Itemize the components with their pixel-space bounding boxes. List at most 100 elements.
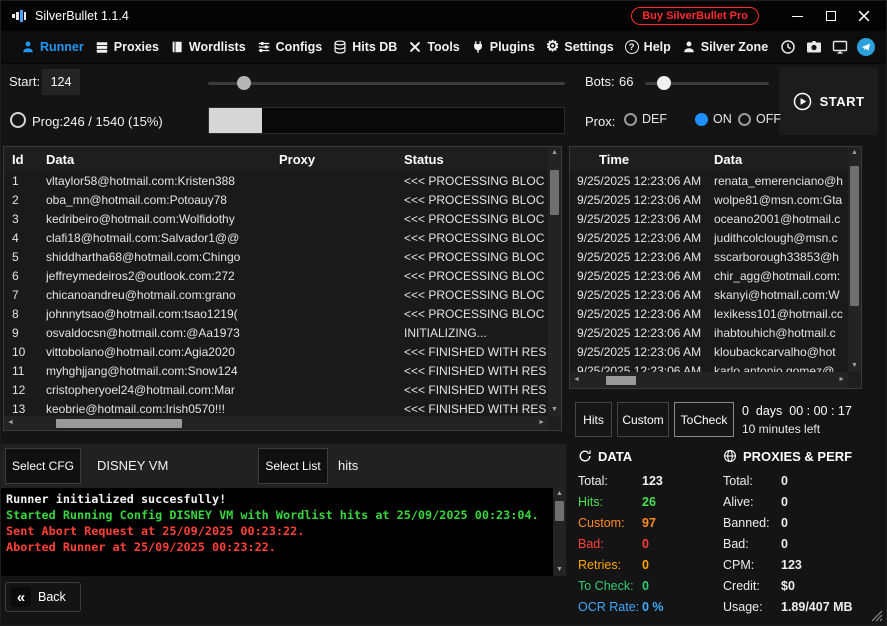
prox-def-radio[interactable]: DEF (624, 112, 667, 126)
list-item[interactable]: 9/25/2025 12:23:06 AM renata_emerenciano… (570, 171, 848, 190)
table-row[interactable]: 7 chicanoandreu@hotmail.com:grano <<< PR… (4, 285, 548, 304)
scroll-down-icon[interactable] (851, 361, 858, 371)
resize-grip[interactable] (871, 610, 883, 622)
tab-tocheck[interactable]: ToCheck (674, 402, 734, 437)
list-item[interactable]: 9/25/2025 12:23:06 AM kloubackcarvalho@h… (570, 342, 848, 361)
list-item[interactable]: 9/25/2025 12:23:06 AM judithcolclough@ms… (570, 228, 848, 247)
table-row[interactable]: 11 myhghjjang@hotmail.com:Snow124 <<< FI… (4, 361, 548, 380)
scroll-thumb[interactable] (550, 170, 559, 215)
hits-table-body: 9/25/2025 12:23:06 AM renata_emerenciano… (570, 171, 848, 372)
table-row[interactable]: 4 clafi18@hotmail.com:Salvador1@@ <<< PR… (4, 228, 548, 247)
start-button[interactable]: START (779, 67, 878, 135)
scroll-up-icon[interactable] (551, 148, 558, 158)
table-row[interactable]: 5 shiddhartha68@hotmail.com:Chingo <<< P… (4, 247, 548, 266)
camera-icon[interactable] (805, 39, 822, 56)
scroll-down-icon[interactable] (556, 565, 563, 575)
prox-off-radio[interactable]: OFF (738, 112, 781, 126)
stat-row: Usage: 1.89/407 MB (723, 596, 883, 617)
bots-label: Bots: (585, 74, 615, 89)
tab-wordlists[interactable]: Wordlists (170, 40, 246, 54)
table-row[interactable]: 13 keobrie@hotmail.com:Irish0570!!! <<< … (4, 399, 548, 416)
stat-value: 0 (781, 474, 788, 488)
runner-table-body: 1 vltaylor58@hotmail.com:Kristen388 <<< … (4, 171, 548, 416)
cell-data: jeffreymedeiros2@outlook.com:272 (46, 269, 279, 283)
tab-proxies[interactable]: Proxies (95, 40, 159, 54)
screenshot-monitor-icon[interactable] (831, 39, 848, 56)
tab-help[interactable]: Help (625, 40, 671, 54)
stat-label: Bad: (723, 537, 781, 551)
scroll-left-icon[interactable] (573, 375, 580, 385)
tab-hits-db[interactable]: Hits DB (333, 40, 397, 54)
bots-slider[interactable] (645, 76, 769, 90)
list-item[interactable]: 9/25/2025 12:23:06 AM ihabtouhich@hotmai… (570, 323, 848, 342)
tab-tools-label: Tools (427, 40, 459, 54)
runner-table-header: Id Data Proxy Status (4, 147, 548, 171)
list-item[interactable]: 9/25/2025 12:23:06 AM wolpe81@msn.com:Gt… (570, 190, 848, 209)
stat-row: Total: 0 (723, 470, 883, 491)
slider-thumb[interactable] (237, 76, 251, 90)
scroll-down-icon[interactable] (551, 405, 558, 415)
tab-configs[interactable]: Configs (257, 40, 323, 54)
maximize-button[interactable] (814, 1, 847, 31)
tab-hits[interactable]: Hits (575, 402, 612, 437)
select-list-button[interactable]: Select List (258, 448, 328, 484)
start-slider[interactable] (208, 76, 565, 90)
tab-plugins[interactable]: Plugins (471, 40, 535, 54)
list-item[interactable]: 9/25/2025 12:23:06 AM chir_agg@hotmail.c… (570, 266, 848, 285)
stat-label: Credit: (723, 579, 781, 593)
hits-table-vscrollbar[interactable] (848, 147, 861, 372)
scroll-left-icon[interactable] (7, 418, 14, 428)
cell-status: <<< FINISHED WITH RES (404, 402, 548, 416)
buy-pro-button[interactable]: Buy SilverBullet Pro (631, 7, 759, 25)
history-clock-icon[interactable] (779, 39, 796, 56)
list-item[interactable]: 9/25/2025 12:23:06 AM lexikess101@hotmai… (570, 304, 848, 323)
table-row[interactable]: 6 jeffreymedeiros2@outlook.com:272 <<< P… (4, 266, 548, 285)
scroll-thumb[interactable] (606, 376, 636, 385)
start-input[interactable] (42, 69, 80, 95)
tab-custom[interactable]: Custom (617, 402, 669, 437)
runner-table-hscrollbar[interactable] (4, 416, 548, 430)
maximize-icon (826, 11, 836, 21)
scroll-right-icon[interactable] (838, 375, 845, 385)
back-chevrons-icon (11, 587, 31, 607)
scroll-up-icon[interactable] (556, 489, 563, 499)
scroll-thumb[interactable] (555, 501, 564, 521)
table-row[interactable]: 8 johnnytsao@hotmail.com:tsao1219( <<< P… (4, 304, 548, 323)
cell-data: renata_emerenciano@h (714, 174, 848, 188)
runner-table-vscrollbar[interactable] (548, 147, 561, 416)
table-row[interactable]: 1 vltaylor58@hotmail.com:Kristen388 <<< … (4, 171, 548, 190)
back-button[interactable]: Back (5, 582, 81, 612)
scroll-thumb[interactable] (56, 419, 182, 428)
table-row[interactable]: 2 oba_mn@hotmail.com:Potoauy78 <<< PROCE… (4, 190, 548, 209)
list-item[interactable]: 9/25/2025 12:23:06 AM karlo antonio gome… (570, 361, 848, 372)
hits-table-hscrollbar[interactable] (570, 372, 848, 388)
stat-value: 0 (781, 495, 788, 509)
scroll-right-icon[interactable] (538, 418, 545, 428)
prox-label: Prox: (585, 114, 615, 129)
tab-silver-zone[interactable]: Silver Zone (682, 40, 768, 54)
tab-runner[interactable]: Runner (21, 40, 84, 54)
close-button[interactable] (847, 1, 880, 31)
log-line: Sent Abort Request at 25/09/2025 00:23:2… (6, 523, 548, 539)
tab-settings[interactable]: Settings (546, 40, 614, 54)
cell-data: keobrie@hotmail.com:Irish0570!!! (46, 402, 279, 416)
slider-thumb[interactable] (657, 76, 671, 90)
timer-remaining: 10 minutes left (742, 422, 820, 436)
log-vscrollbar[interactable] (553, 488, 566, 576)
table-row[interactable]: 3 kedribeiro@hotmail.com:Wolfidothy <<< … (4, 209, 548, 228)
list-item[interactable]: 9/25/2025 12:23:06 AM sscarborough33853@… (570, 247, 848, 266)
list-item[interactable]: 9/25/2025 12:23:06 AM skanyi@hotmail.com… (570, 285, 848, 304)
scroll-up-icon[interactable] (851, 148, 858, 158)
list-item[interactable]: 9/25/2025 12:23:06 AM oceano2001@hotmail… (570, 209, 848, 228)
select-cfg-button[interactable]: Select CFG (5, 448, 81, 484)
cell-data: oceano2001@hotmail.c (714, 212, 848, 226)
table-row[interactable]: 10 vittobolano@hotmail.com:Agia2020 <<< … (4, 342, 548, 361)
table-row[interactable]: 12 cristopheryoel24@hotmail.com:Mar <<< … (4, 380, 548, 399)
prox-on-radio[interactable]: ON (695, 112, 732, 126)
telegram-icon[interactable] (857, 38, 875, 56)
table-row[interactable]: 9 osvaldocsn@hotmail.com:@Aa1973 INITIAL… (4, 323, 548, 342)
minimize-button[interactable] (781, 1, 814, 31)
tab-tools[interactable]: Tools (408, 40, 459, 54)
scroll-thumb[interactable] (850, 166, 859, 306)
runner-icon (21, 40, 35, 54)
